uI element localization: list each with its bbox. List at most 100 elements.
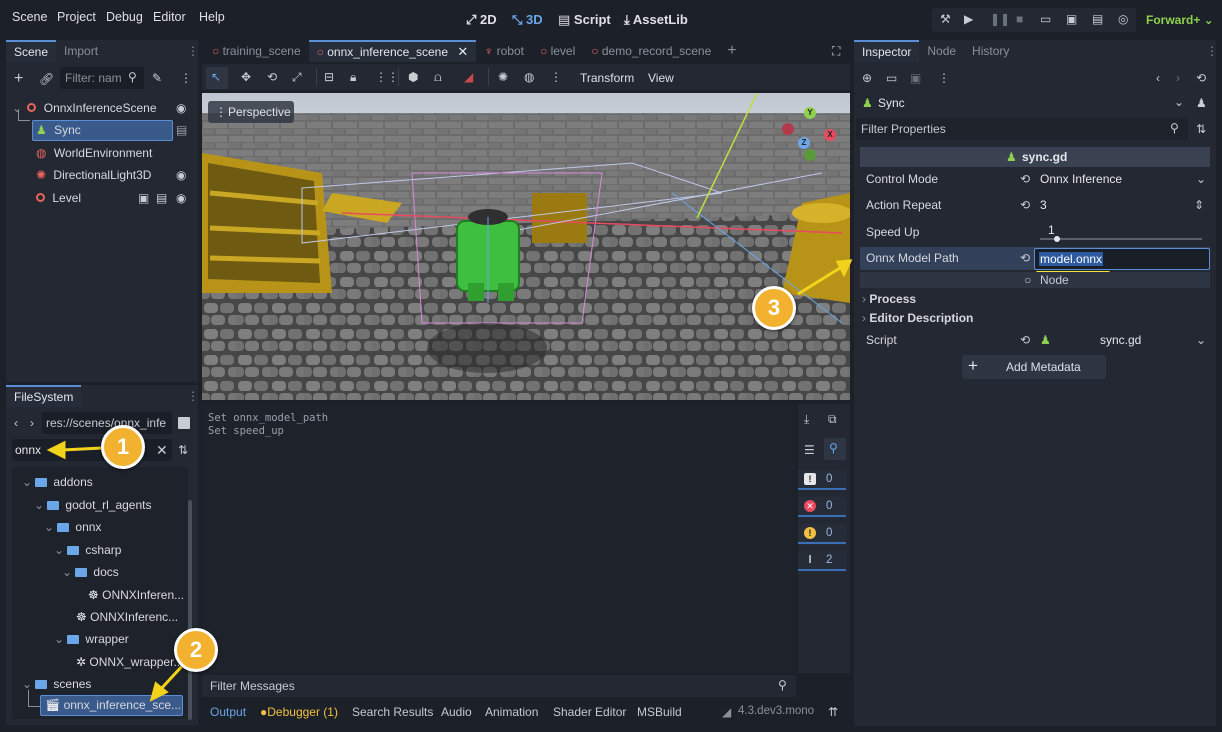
expand-panel-icon[interactable]: ⇈	[828, 705, 838, 719]
back-icon[interactable]: ‹	[14, 416, 18, 430]
tab-import[interactable]: Import	[56, 40, 106, 62]
tree-node-worldenv[interactable]: ◍ WorldEnvironment	[36, 142, 152, 164]
viewport-3d[interactable]: ⋮ Perspective Y X Z	[202, 93, 850, 400]
filter-properties-input[interactable]: Filter Properties ⚲	[856, 118, 1188, 140]
group-icon[interactable]: ⋮⋮	[375, 70, 399, 84]
object-history-icon[interactable]: ⟲	[1196, 71, 1206, 85]
node-section-header[interactable]: ○ Node	[860, 272, 1210, 288]
file-tree-scrollbar[interactable]	[188, 500, 192, 720]
message-counter[interactable]: ! 0	[798, 470, 846, 490]
file-folder-csharp[interactable]: ⌄ csharp	[54, 539, 121, 561]
tree-node-sync[interactable]: ♟ Sync	[36, 119, 81, 141]
add-tab-button[interactable]: +	[719, 40, 744, 62]
clear-search-icon[interactable]: ✕	[156, 442, 168, 459]
chevron-down-icon[interactable]: ⌄	[1196, 329, 1206, 351]
script-attached-icon[interactable]: ▤	[176, 123, 187, 137]
info-counter[interactable]: ǀ 2	[798, 551, 846, 571]
pause-icon[interactable]: ❚❚	[990, 12, 1010, 26]
tree-node-level[interactable]: Level ▣ ▤ ◉	[36, 187, 192, 209]
scene-more-icon[interactable]: ⋮	[180, 71, 192, 85]
play-scene-icon[interactable]: ▣	[1066, 12, 1077, 26]
preview-menu-icon[interactable]: ⋮	[550, 70, 562, 84]
menu-project[interactable]: Project	[57, 10, 96, 24]
file-item-onnx-inference-doc[interactable]: ☸ ONNXInferen...	[88, 584, 184, 606]
file-item-onnx-wrapper[interactable]: ✲ ONNX_wrapper...	[76, 651, 183, 673]
filesystem-search-input[interactable]: onnx	[12, 439, 172, 461]
filter-messages-input[interactable]: Filter Messages ⚲	[202, 675, 796, 697]
tree-node-root[interactable]: ⌄ OnnxInferenceScene ◉	[12, 97, 192, 119]
play-icon[interactable]: ▶	[964, 12, 973, 26]
add-metadata-button[interactable]: + Add Metadata	[962, 355, 1106, 379]
tab-history[interactable]: History	[964, 40, 1017, 62]
scene-filter-input[interactable]: Filter: nam ⚲	[60, 67, 144, 89]
warning-counter[interactable]: ! 0	[798, 524, 846, 544]
dock-menu-icon[interactable]: ⋮	[187, 44, 199, 58]
sun-preview-icon[interactable]: ✺	[498, 70, 508, 84]
layout-toggle-icon[interactable]	[178, 417, 190, 429]
workspace-2d-button[interactable]: ⤢ 2D	[466, 12, 497, 28]
menu-editor[interactable]: Editor	[153, 10, 186, 24]
file-folder-godot-rl-agents[interactable]: ⌄ godot_rl_agents	[34, 494, 151, 516]
bottom-tab-animation[interactable]: Animation	[485, 705, 538, 719]
tab-demo-record-scene[interactable]: ○ demo_record_scene	[583, 40, 719, 62]
file-folder-onnx[interactable]: ⌄ onnx	[44, 516, 101, 538]
tab-level[interactable]: ○ level	[532, 40, 583, 62]
tab-filesystem[interactable]: FileSystem	[6, 385, 82, 407]
snap-icon[interactable]: ⩍	[434, 70, 442, 85]
revert-icon[interactable]: ⟲	[1020, 168, 1030, 190]
attach-script-icon[interactable]: ✎	[152, 71, 162, 85]
file-item-onnx-inference-scene[interactable]: 🎬︎ onnx_inference_sce...	[45, 694, 181, 716]
lock-icon[interactable]: 🔒︎	[350, 70, 356, 85]
stop-icon[interactable]: ■	[1016, 12, 1023, 26]
move-tool-icon[interactable]: ✥	[241, 70, 251, 84]
file-item-onnx-inference-class[interactable]: ☸ ONNXInferenc...	[76, 606, 178, 628]
section-editor-description[interactable]: › Editor Description	[862, 307, 973, 329]
axis-gizmo[interactable]: Y X Z	[782, 107, 838, 163]
menu-view[interactable]: View	[648, 71, 674, 85]
bottom-tab-output[interactable]: Output	[210, 705, 246, 719]
new-resource-icon[interactable]: ⊕	[862, 71, 872, 85]
build-icon[interactable]: ⚒	[940, 12, 951, 26]
revert-icon[interactable]: ⟲	[1020, 247, 1030, 269]
history-forward-icon[interactable]: ›	[1176, 71, 1180, 85]
link-icon[interactable]: 🔗︎	[39, 72, 54, 86]
action-repeat-spinbox[interactable]: 3	[1040, 194, 1047, 216]
slider-grabber[interactable]	[1054, 236, 1060, 242]
dock-menu-icon[interactable]: ⋮	[1206, 44, 1218, 58]
tab-inspector[interactable]: Inspector	[854, 40, 920, 62]
file-folder-scenes[interactable]: ⌄ scenes	[22, 673, 91, 695]
environment-preview-icon[interactable]: ◍	[524, 70, 534, 84]
bottom-tab-shader-editor[interactable]: Shader Editor	[553, 705, 626, 719]
close-icon[interactable]: ✕	[457, 44, 468, 59]
workspace-assetlib-button[interactable]: ⤓ AssetLib	[624, 12, 688, 28]
camera-override-icon[interactable]: ◢	[464, 70, 473, 84]
script-resource[interactable]: sync.gd	[1100, 329, 1141, 351]
error-counter[interactable]: ✕ 0	[798, 497, 846, 517]
speed-up-slider[interactable]	[1040, 236, 1202, 242]
object-docs-icon[interactable]: ♟	[1196, 96, 1207, 110]
file-folder-wrapper[interactable]: ⌄ wrapper	[54, 628, 129, 650]
tab-onnx-inference-scene[interactable]: ○ onnx_inference_scene ✕	[308, 40, 477, 62]
visibility-eye-icon[interactable]: ◉	[176, 164, 186, 186]
save-resource-icon[interactable]: ▣	[910, 71, 921, 85]
workspace-script-button[interactable]: ▤ Script	[558, 12, 611, 28]
toggle-timestamps-icon[interactable]: ☰	[804, 443, 815, 457]
file-folder-addons[interactable]: ⌄ addons	[22, 471, 93, 493]
object-selector[interactable]: ♟ Sync ⌄	[856, 92, 1190, 114]
tab-node[interactable]: Node	[919, 40, 964, 62]
tab-training-scene[interactable]: ○ training_scene	[204, 40, 309, 62]
resource-menu-icon[interactable]: ⋮	[938, 71, 950, 85]
bottom-tab-debugger[interactable]: ●Debugger (1)	[260, 705, 338, 719]
script-attached-icon[interactable]: ▤	[156, 187, 167, 209]
dock-menu-icon[interactable]: ⋮	[187, 389, 199, 403]
open-resource-icon[interactable]: ▭	[886, 71, 897, 85]
property-options-icon[interactable]: ⇅	[1196, 122, 1206, 136]
menu-scene[interactable]: Scene	[12, 10, 47, 24]
clear-output-icon[interactable]: ⤓	[804, 412, 809, 427]
add-node-icon[interactable]: +	[14, 70, 23, 88]
tab-scene[interactable]: Scene	[6, 40, 57, 62]
revert-icon[interactable]: ⟲	[1020, 329, 1030, 351]
instance-icon[interactable]: ▣	[138, 187, 149, 209]
local-space-icon[interactable]: ⬢	[408, 70, 418, 84]
menu-help[interactable]: Help	[199, 10, 225, 24]
